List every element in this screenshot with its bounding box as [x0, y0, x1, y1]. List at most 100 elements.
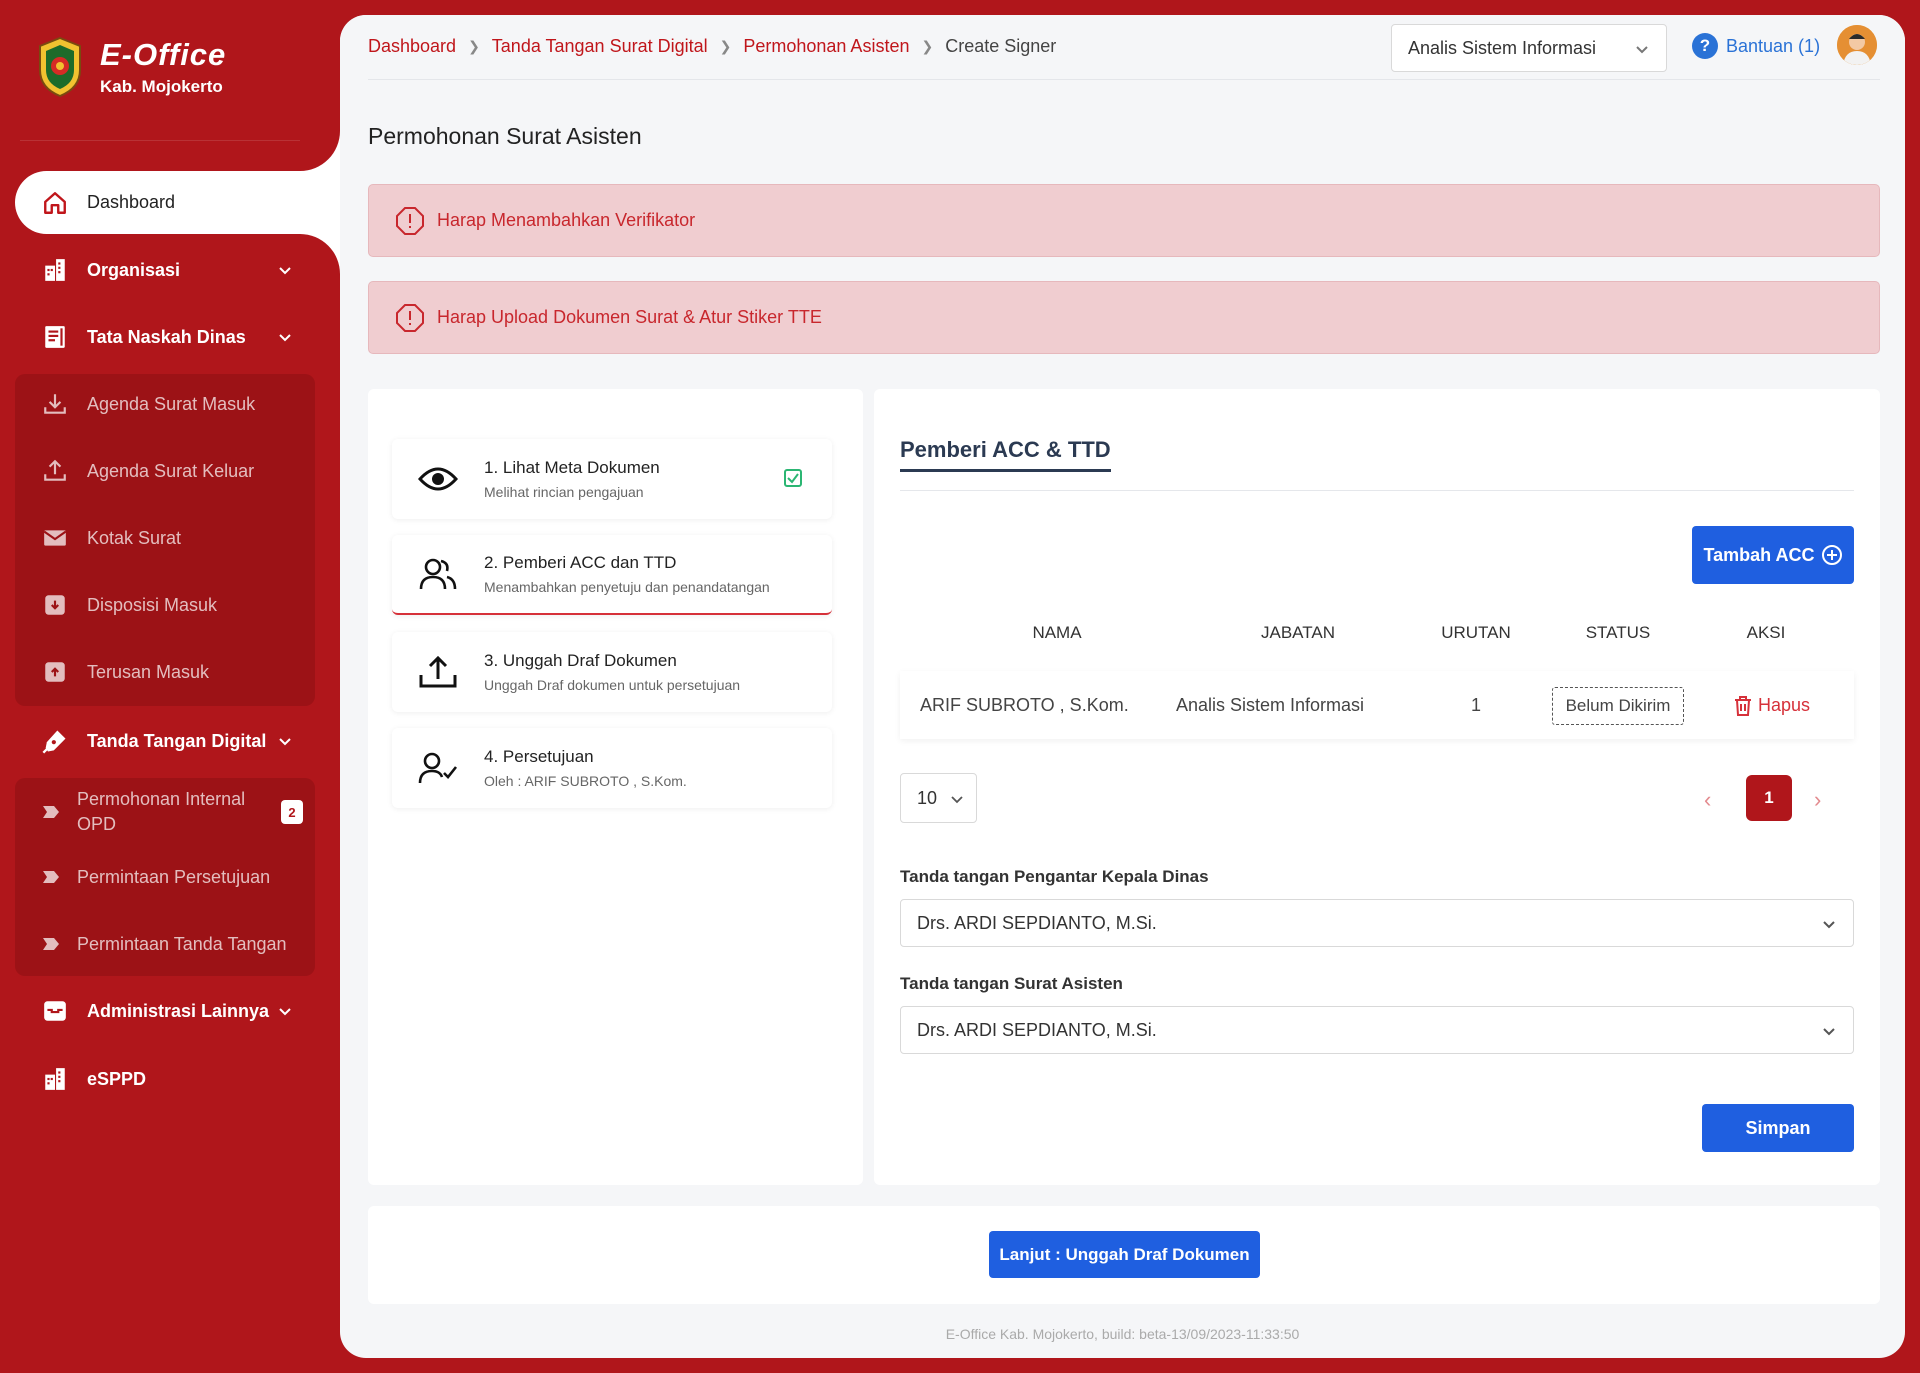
arrow-tag-icon — [41, 870, 61, 884]
step-title: 3. Unggah Draf Dokumen — [484, 651, 677, 670]
envelope-icon — [41, 524, 69, 552]
sidebar-item-tanda-tangan-digital[interactable]: Tanda Tangan Digital — [15, 713, 315, 769]
pagination-next-icon[interactable]: › — [1814, 787, 1821, 813]
sidebar: E-Office Kab. Mojokerto Dashboard Organi… — [0, 0, 340, 1373]
next-step-card: Lanjut : Unggah Draf Dokumen — [368, 1206, 1880, 1304]
chevron-down-icon — [951, 796, 963, 804]
brand-subtitle: Kab. Mojokerto — [100, 77, 223, 96]
chevron-right-icon: ❯ — [719, 38, 732, 54]
topbar-divider — [368, 79, 1880, 80]
alert-message: Harap Menambahkan Verifikator — [437, 210, 696, 230]
pagination-prev-icon[interactable]: ‹ — [1704, 787, 1711, 813]
brand[interactable]: E-Office Kab. Mojokerto — [36, 36, 226, 98]
sidebar-item-disposisi-masuk[interactable]: Disposisi Masuk — [15, 575, 315, 635]
step-lihat-meta[interactable]: 1. Lihat Meta Dokumen Melihat rincian pe… — [392, 439, 832, 519]
sidebar-item-permintaan-tanda-tangan[interactable]: Permintaan Tanda Tangan — [15, 914, 315, 974]
sidebar-item-label: Permohonan Internal OPD — [77, 789, 246, 834]
sidebar-item-dashboard[interactable]: Dashboard — [15, 171, 340, 234]
step-description: Oleh : ARIF SUBROTO , S.Kom. — [484, 773, 687, 789]
brand-title: E-Office — [100, 37, 227, 72]
sidebar-item-esppd[interactable]: eSPPD — [15, 1051, 315, 1107]
step-unggah-draf[interactable]: 3. Unggah Draf Dokumen Unggah Draf dokum… — [392, 632, 832, 712]
step-persetujuan[interactable]: 4. Persetujuan Oleh : ARIF SUBROTO , S.K… — [392, 728, 832, 808]
document-icon — [41, 323, 69, 351]
delete-label: Hapus — [1758, 695, 1811, 715]
field-label: Tanda tangan Pengantar Kepala Dinas — [900, 867, 1209, 886]
nav-active-curve-top — [300, 131, 340, 171]
download-tray-icon — [41, 390, 69, 418]
building-icon — [41, 1065, 69, 1093]
page-size-select[interactable]: 10 — [900, 773, 977, 823]
chevron-down-icon — [279, 1008, 291, 1016]
next-step-button[interactable]: Lanjut : Unggah Draf Dokumen — [989, 1231, 1260, 1278]
signer-form-card: Pemberi ACC & TTD Tambah ACC NAMA JABATA… — [874, 389, 1880, 1185]
sidebar-item-terusan-masuk[interactable]: Terusan Masuk — [15, 642, 315, 702]
inbox-up-icon — [41, 658, 69, 686]
sidebar-item-permintaan-persetujuan[interactable]: Permintaan Persetujuan — [15, 847, 315, 907]
breadcrumb: Dashboard ❯ Tanda Tangan Surat Digital ❯… — [368, 36, 1056, 57]
alert-upload-dokumen: Harap Upload Dokumen Surat & Atur Stiker… — [368, 281, 1880, 354]
upload-icon — [418, 655, 458, 688]
help-link[interactable]: ? Bantuan (1) — [1692, 33, 1820, 59]
sidebar-item-administrasi[interactable]: Administrasi Lainnya — [15, 983, 315, 1039]
archive-box-icon — [41, 997, 69, 1025]
sidebar-item-label: Disposisi Masuk — [87, 594, 218, 615]
delete-button[interactable]: Hapus — [1734, 695, 1810, 716]
home-icon — [41, 189, 69, 217]
surat-asisten-select[interactable]: Drs. ARDI SEPDIANTO, M.Si. — [900, 1006, 1854, 1054]
sidebar-item-label: Kotak Surat — [87, 527, 182, 548]
kepala-dinas-select[interactable]: Drs. ARDI SEPDIANTO, M.Si. — [900, 899, 1854, 947]
users-icon — [418, 558, 458, 590]
chevron-down-icon — [279, 334, 291, 342]
step-pemberi-acc[interactable]: 2. Pemberi ACC dan TTD Menambahkan penye… — [392, 535, 832, 615]
breadcrumb-link[interactable]: Permohonan Asisten — [743, 36, 909, 57]
sidebar-item-kotak-surat[interactable]: Kotak Surat — [15, 508, 315, 568]
add-acc-button[interactable]: Tambah ACC — [1692, 526, 1854, 584]
cell-jabatan: Analis Sistem Informasi — [1176, 695, 1365, 715]
warning-octagon-icon — [395, 303, 425, 333]
main-panel: Dashboard ❯ Tanda Tangan Surat Digital ❯… — [340, 15, 1905, 1358]
plus-circle-icon — [1821, 545, 1842, 565]
arrow-tag-icon — [41, 937, 61, 951]
sidebar-item-agenda-masuk[interactable]: Agenda Surat Masuk — [15, 374, 315, 434]
sidebar-item-label: Administrasi Lainnya — [87, 1000, 270, 1021]
ttd-submenu: Permohonan Internal OPD 2 Permintaan Per… — [15, 778, 315, 976]
sidebar-item-tata-naskah[interactable]: Tata Naskah Dinas — [15, 309, 315, 365]
warning-octagon-icon — [395, 206, 425, 236]
sidebar-item-agenda-keluar[interactable]: Agenda Surat Keluar — [15, 441, 315, 501]
breadcrumb-link[interactable]: Dashboard — [368, 36, 456, 57]
avatar[interactable] — [1837, 25, 1877, 65]
step-description: Melihat rincian pengajuan — [484, 484, 644, 500]
pen-signature-icon — [41, 727, 69, 755]
sidebar-item-organisasi[interactable]: Organisasi — [15, 242, 315, 298]
chevron-right-icon: ❯ — [468, 38, 480, 54]
select-value: Drs. ARDI SEPDIANTO, M.Si. — [917, 912, 1157, 933]
chevron-down-icon — [279, 738, 291, 746]
tab-divider — [900, 490, 1854, 491]
tata-naskah-submenu: Agenda Surat Masuk Agenda Surat Keluar K… — [15, 374, 315, 706]
topbar: Dashboard ❯ Tanda Tangan Surat Digital ❯… — [340, 15, 1905, 79]
page-title: Permohonan Surat Asisten — [368, 123, 642, 149]
cell-urutan: 1 — [1470, 695, 1481, 715]
role-select[interactable]: Analis Sistem Informasi — [1391, 24, 1667, 72]
sidebar-item-label: Organisasi — [87, 259, 181, 280]
breadcrumb-link[interactable]: Tanda Tangan Surat Digital — [492, 36, 708, 57]
tab-pemberi-acc[interactable]: Pemberi ACC & TTD — [900, 437, 1111, 472]
role-select-value: Analis Sistem Informasi — [1408, 37, 1597, 58]
select-value: Drs. ARDI SEPDIANTO, M.Si. — [917, 1019, 1157, 1040]
cell-nama: ARIF SUBROTO , S.Kom. — [920, 695, 1129, 715]
sidebar-item-permohonan-internal[interactable]: Permohonan Internal OPD 2 — [15, 782, 315, 842]
save-button[interactable]: Simpan — [1702, 1104, 1854, 1152]
arrow-tag-icon — [41, 805, 61, 819]
chevron-down-icon — [1636, 46, 1648, 54]
field-label: Tanda tangan Surat Asisten — [900, 974, 1123, 993]
step-title: 4. Persetujuan — [484, 747, 594, 766]
column-header: AKSI — [1746, 623, 1786, 642]
column-header: NAMA — [1032, 623, 1082, 642]
sidebar-item-label: Terusan Masuk — [87, 661, 210, 682]
pagination-page[interactable]: 1 — [1746, 775, 1792, 821]
page-size-value: 10 — [917, 787, 938, 808]
sidebar-item-label: Dashboard — [87, 192, 176, 212]
status-badge: Belum Dikirim — [1552, 687, 1684, 725]
sidebar-item-label: Agenda Surat Masuk — [87, 393, 256, 414]
